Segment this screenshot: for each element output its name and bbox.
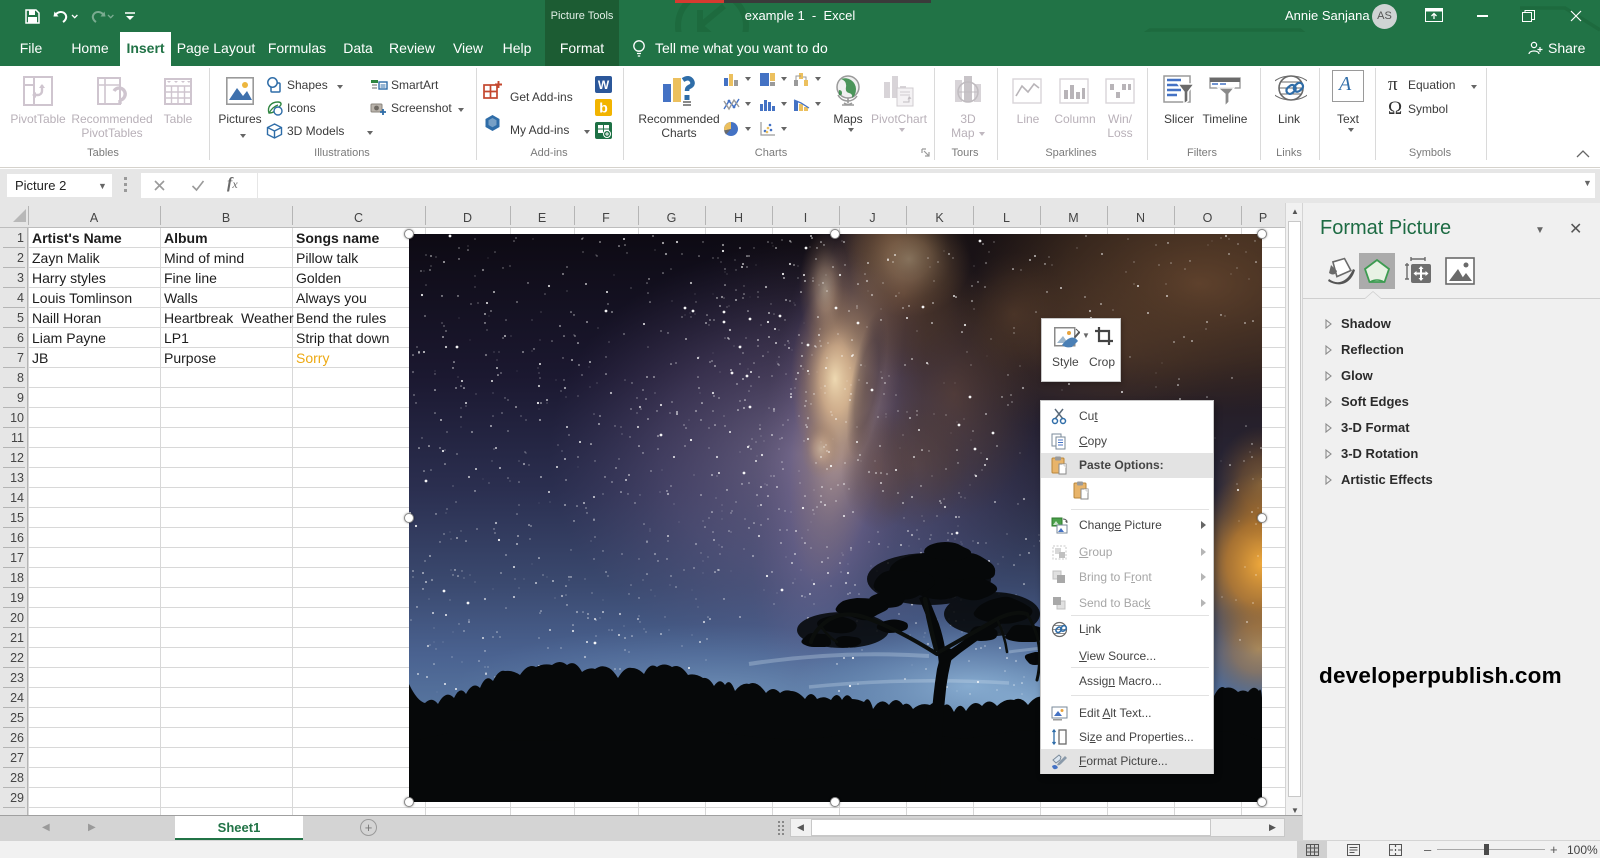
svg-text:W: W	[598, 78, 610, 92]
svg-text:b: b	[599, 100, 608, 116]
